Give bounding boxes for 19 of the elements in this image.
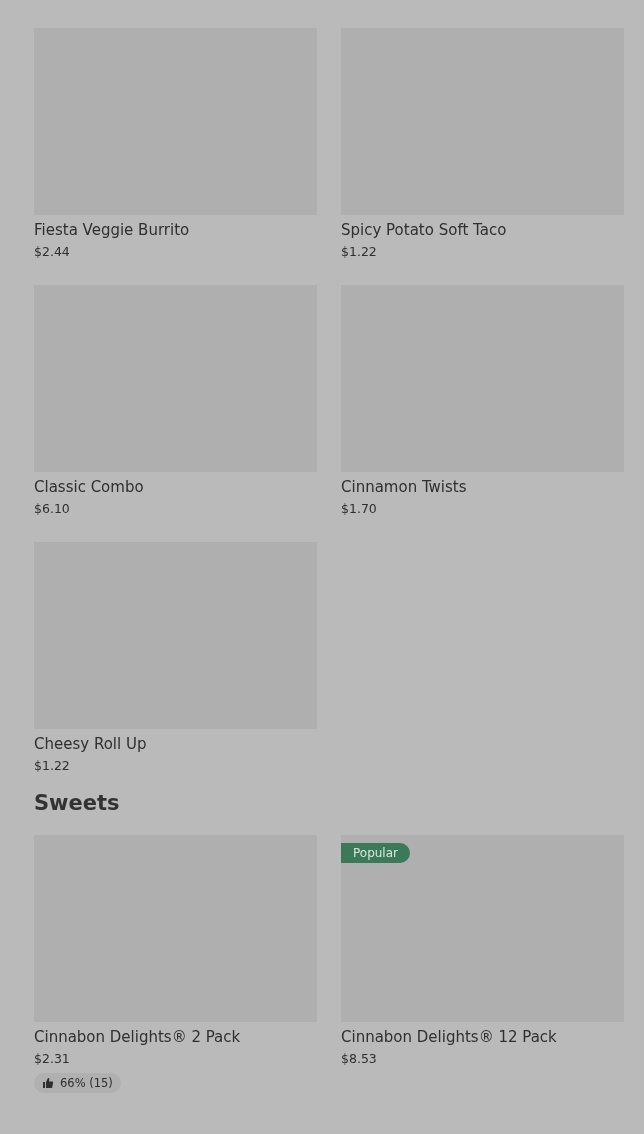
popular-tag: Popular <box>341 843 410 863</box>
item-name: Cinnabon Delights® 2 Pack <box>34 1027 242 1047</box>
item-price: $8.53 <box>341 1050 378 1068</box>
item-name: Cheesy Roll Up <box>34 734 148 754</box>
item-name: Fiesta Veggie Burrito <box>34 220 191 240</box>
item-price: $1.22 <box>34 757 71 775</box>
item-price: $1.70 <box>341 500 378 518</box>
item-price: $2.44 <box>34 243 71 261</box>
item-price: $1.22 <box>341 243 378 261</box>
item-name: Classic Combo <box>34 477 145 497</box>
section-heading: Sweets <box>34 790 121 817</box>
image-placeholder[interactable]: Popular <box>341 835 624 1022</box>
rating-text: 66% (15) <box>60 1076 113 1090</box>
item-name: Cinnamon Twists <box>341 477 468 497</box>
item-name: Cinnabon Delights® 12 Pack <box>341 1027 558 1047</box>
item-name: Spicy Potato Soft Taco <box>341 220 508 240</box>
thumbs-up-icon <box>42 1077 54 1089</box>
item-price: $6.10 <box>34 500 71 518</box>
item-price: $2.31 <box>34 1050 71 1068</box>
